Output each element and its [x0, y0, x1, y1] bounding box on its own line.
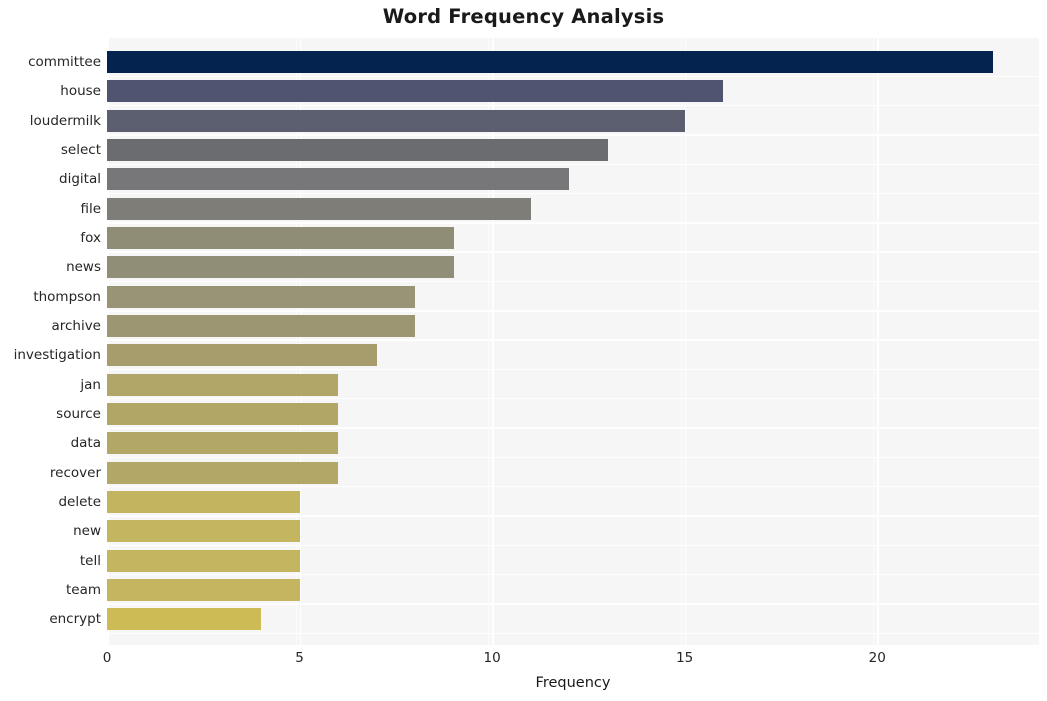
bar — [107, 549, 300, 572]
chart-figure: Word Frequency Analysis committee house lo… — [0, 0, 1047, 701]
y-axis-tick-label: house — [60, 83, 101, 100]
y-axis-tick-label: source — [56, 405, 101, 422]
y-axis-tick-label: thompson — [33, 288, 101, 305]
bar — [107, 226, 454, 249]
y-axis-tick-label: fox — [80, 229, 101, 246]
bar — [107, 608, 262, 631]
gridline-horizontal — [107, 486, 1039, 488]
gridline-horizontal — [107, 574, 1039, 576]
x-axis-tick-label: 15 — [676, 650, 694, 666]
gridline-horizontal — [107, 632, 1039, 635]
bar — [107, 168, 570, 191]
y-axis-tick-label: select — [60, 142, 101, 159]
gridline-horizontal — [107, 310, 1039, 312]
gridline-minor-vertical — [873, 38, 875, 645]
y-axis-tick-label: archive — [51, 317, 101, 334]
bar — [107, 432, 339, 455]
bar — [107, 402, 339, 425]
y-axis-tick-label: encrypt — [49, 611, 101, 628]
gridline-horizontal — [107, 603, 1039, 605]
y-axis-tick-label: news — [66, 259, 101, 276]
y-axis-tick-label: data — [70, 435, 101, 452]
bar — [107, 139, 608, 162]
bar — [107, 490, 300, 513]
gridline-horizontal — [107, 134, 1039, 136]
gridline-horizontal — [107, 222, 1039, 224]
gridline-vertical — [877, 38, 879, 645]
bar — [107, 51, 993, 74]
y-axis-tick-label: jan — [80, 376, 101, 393]
x-axis-label: Frequency — [535, 675, 611, 691]
bar — [107, 373, 339, 396]
bar — [107, 578, 300, 601]
bar — [107, 461, 339, 484]
x-axis-tick-label: 20 — [868, 650, 886, 666]
gridline-horizontal — [107, 368, 1039, 371]
bar — [107, 109, 685, 132]
x-axis-tick-label: 10 — [483, 650, 501, 666]
gridline-horizontal — [107, 192, 1039, 195]
bar — [107, 285, 416, 308]
bar — [107, 520, 300, 543]
gridline-horizontal — [107, 515, 1039, 517]
bar — [107, 314, 416, 337]
gridline-vertical — [684, 38, 687, 645]
gridline-horizontal — [107, 339, 1039, 341]
y-axis-tick-label: team — [65, 581, 101, 598]
bar — [107, 344, 377, 367]
y-axis-tick-label: investigation — [13, 347, 101, 364]
gridline-horizontal — [107, 104, 1039, 107]
gridline-horizontal — [107, 544, 1039, 547]
y-axis-tick-label: new — [73, 523, 101, 540]
gridline-horizontal — [107, 75, 1039, 77]
gridline-horizontal — [107, 280, 1039, 283]
bar — [107, 256, 454, 279]
x-axis-tick-label: 5 — [295, 650, 304, 666]
gridline-horizontal — [107, 427, 1039, 429]
y-axis-tick-label: digital — [59, 171, 101, 188]
y-axis-tick-label: delete — [58, 493, 101, 510]
plot-area — [107, 38, 1039, 645]
y-axis-tick-label: loudermilk — [29, 112, 101, 129]
bar — [107, 197, 531, 220]
y-axis-tick-label: committee — [28, 54, 101, 71]
y-axis-tick-label: file — [80, 200, 101, 217]
y-axis-tick-label: tell — [79, 552, 101, 569]
x-axis-tick-label: 0 — [102, 650, 112, 666]
gridline-horizontal — [107, 163, 1039, 165]
y-axis-tick-label: recover — [49, 464, 101, 481]
gridline-horizontal — [107, 251, 1039, 253]
gridline-horizontal — [107, 398, 1039, 400]
chart-title: Word Frequency Analysis — [382, 5, 665, 28]
bar — [107, 80, 724, 103]
gridline-horizontal — [107, 456, 1039, 459]
